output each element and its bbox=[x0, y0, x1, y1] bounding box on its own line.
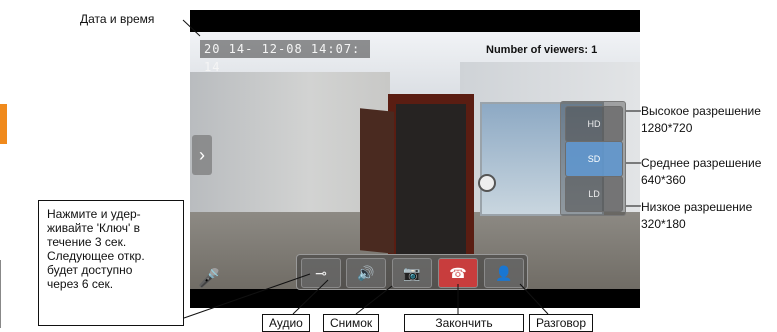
callout-line: через 6 сек. bbox=[47, 277, 114, 291]
quality-hd-button[interactable]: HD bbox=[565, 106, 623, 142]
talk-button[interactable]: 👤 bbox=[484, 258, 524, 288]
orange-page-tab bbox=[0, 104, 7, 144]
annotation-ld-resolution: 320*180 bbox=[641, 217, 686, 231]
left-divider bbox=[0, 260, 1, 328]
end-annotation: Закончить bbox=[404, 314, 524, 332]
snapshot-button[interactable]: 📷 bbox=[392, 258, 432, 288]
talk-icon: 👤 bbox=[495, 265, 513, 281]
quality-sd-button[interactable]: SD bbox=[565, 141, 623, 177]
snapshot-annotation: Снимок bbox=[323, 314, 380, 332]
annotation-sd-name: Среднее разрешение bbox=[641, 156, 762, 170]
callout-line: Нажмите и удер- bbox=[47, 207, 141, 221]
key-button[interactable]: ⊸ bbox=[301, 258, 341, 288]
talk-annotation: Разговор bbox=[529, 314, 594, 332]
quality-selector: HD SD LD bbox=[560, 101, 626, 216]
door bbox=[360, 108, 394, 254]
annotation-ld-name: Низкое разрешение bbox=[641, 200, 753, 214]
datetime-annotation: Дата и время bbox=[80, 12, 155, 26]
end-call-button[interactable]: ☎ bbox=[438, 258, 478, 288]
viewer-count: Number of viewers: 1 bbox=[486, 44, 598, 56]
hangup-icon: ☎ bbox=[449, 265, 467, 281]
key-icon: ⊸ bbox=[315, 265, 327, 281]
callout-line: Следующее откр. bbox=[47, 249, 145, 263]
callout-line: будет доступно bbox=[47, 263, 133, 277]
annotation-hd-name: Высокое разрешение bbox=[641, 104, 761, 118]
audio-button[interactable]: 🔊 bbox=[346, 258, 386, 288]
camera-view: 20 14- 12-08 14:07: 14 Number of viewers… bbox=[190, 10, 640, 308]
call-toolbar: ⊸ 🔊 📷 ☎ 👤 bbox=[296, 254, 528, 290]
callout-line: течение 3 сек. bbox=[47, 235, 127, 249]
callout-line: живайте 'Ключ' в bbox=[47, 221, 140, 235]
wall-clock bbox=[478, 174, 496, 192]
annotation-hd-resolution: 1280*720 bbox=[641, 121, 693, 135]
microphone-icon[interactable]: 🎤 bbox=[198, 268, 220, 289]
key-hint-callout: Нажмите и удер- живайте 'Ключ' в течение… bbox=[38, 200, 184, 326]
annotation-sd-resolution: 640*360 bbox=[641, 173, 686, 187]
datetime-overlay: 20 14- 12-08 14:07: 14 bbox=[200, 40, 370, 74]
camera-icon: 📷 bbox=[403, 265, 421, 281]
speaker-icon: 🔊 bbox=[357, 265, 375, 281]
quality-ld-button[interactable]: LD bbox=[565, 176, 623, 212]
audio-annotation: Аудио bbox=[262, 314, 310, 332]
chevron-right-icon[interactable]: › bbox=[192, 135, 212, 175]
